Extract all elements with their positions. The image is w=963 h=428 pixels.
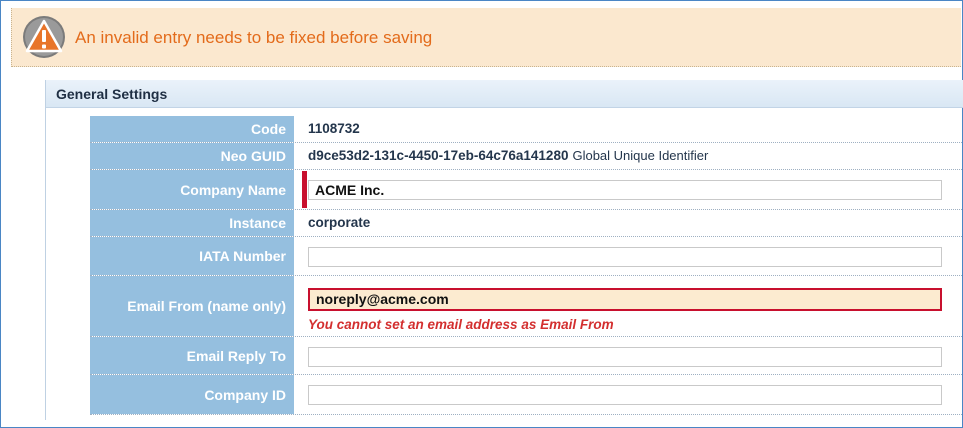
code-value: 1108732 xyxy=(308,121,360,136)
email-reply-to-input[interactable] xyxy=(308,347,942,367)
iata-number-label: IATA Number xyxy=(90,237,294,275)
section-title: General Settings xyxy=(56,86,168,102)
company-name-input[interactable]: ACME Inc. xyxy=(308,180,942,200)
iata-number-input[interactable] xyxy=(308,247,942,267)
company-id-input[interactable] xyxy=(308,385,942,405)
neo-guid-value: d9ce53d2-131c-4450-17eb-64c76a141280 xyxy=(308,148,569,163)
row-email-from: Email From (name only) noreply@acme.com … xyxy=(90,276,963,337)
email-reply-to-label: Email Reply To xyxy=(90,337,294,374)
row-iata-number: IATA Number xyxy=(90,237,963,276)
alert-message: An invalid entry needs to be fixed befor… xyxy=(75,28,433,47)
row-neo-guid: Neo GUID d9ce53d2-131c-4450-17eb-64c76a1… xyxy=(90,143,963,170)
row-company-name: Company Name ACME Inc. xyxy=(90,170,963,210)
row-code: Code 1108732 xyxy=(90,116,963,143)
row-company-id: Company ID xyxy=(90,375,963,415)
instance-label: Instance xyxy=(90,210,294,236)
email-from-input[interactable]: noreply@acme.com xyxy=(308,288,942,311)
section-header: General Settings xyxy=(46,80,963,108)
required-indicator xyxy=(302,171,307,208)
company-name-label: Company Name xyxy=(90,170,294,209)
row-email-reply-to: Email Reply To xyxy=(90,337,963,375)
email-from-error: You cannot set an email address as Email… xyxy=(308,317,614,332)
row-instance: Instance corporate xyxy=(90,210,963,237)
validation-alert: An invalid entry needs to be fixed befor… xyxy=(11,8,961,67)
neo-guid-label: Neo GUID xyxy=(90,143,294,169)
instance-value: corporate xyxy=(308,215,371,230)
neo-guid-field: d9ce53d2-131c-4450-17eb-64c76a141280 Glob… xyxy=(308,148,708,163)
company-id-label: Company ID xyxy=(90,375,294,414)
code-label: Code xyxy=(90,116,294,142)
neo-guid-note: Global Unique Identifier xyxy=(572,148,709,163)
email-from-label: Email From (name only) xyxy=(90,276,294,336)
warning-icon xyxy=(23,16,65,58)
general-settings-section: General Settings Code 1108732 Neo GUID d… xyxy=(45,80,963,420)
